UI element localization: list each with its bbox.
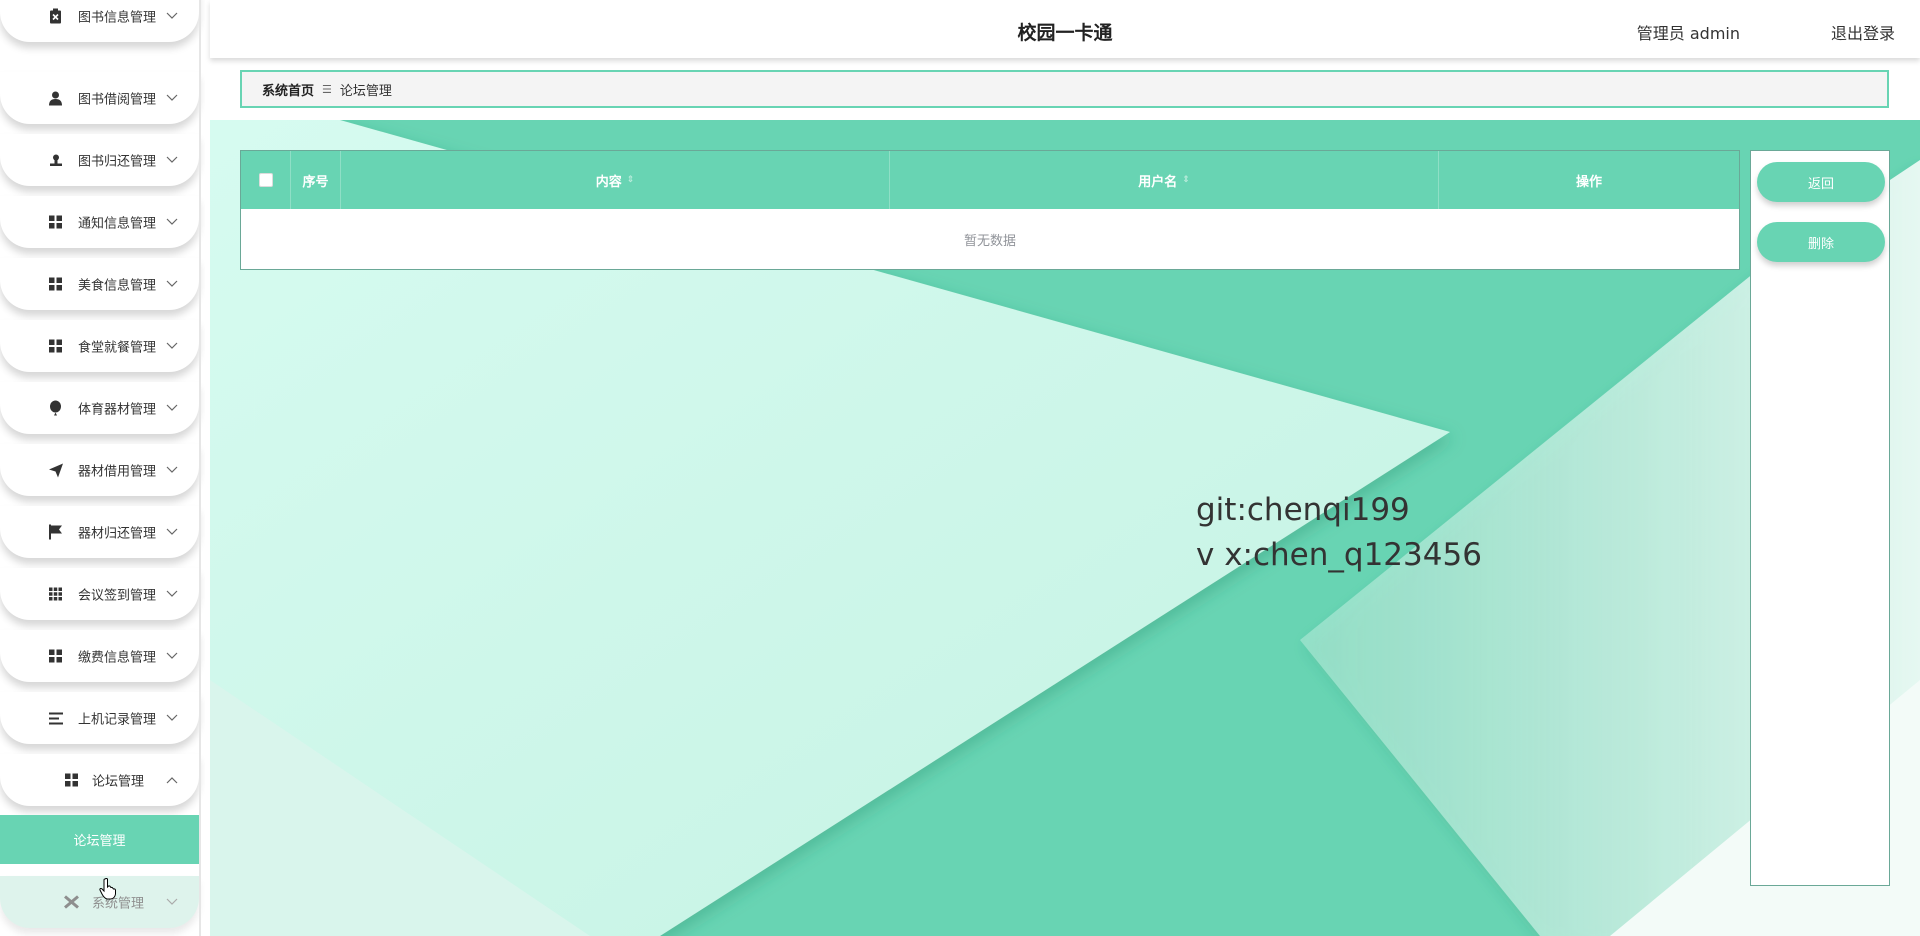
sidebar-item-sports-equipment[interactable]: 体育器材管理 [0,382,199,434]
chevron-down-icon [166,94,178,101]
flag-icon [48,524,63,540]
select-all-checkbox[interactable] [258,173,273,187]
column-header-content[interactable]: 内容 ⇕ [341,151,890,209]
column-header-username[interactable]: 用户名 ⇕ [890,151,1439,209]
sidebar-item-forum[interactable]: 论坛管理 [0,754,199,806]
grid-icon [64,773,79,788]
sidebar-item-label: 通知信息管理 [78,216,157,232]
paper-plane-icon [48,463,63,478]
submenu-item-forum[interactable]: 论坛管理 [0,815,199,864]
sidebar-item-food[interactable]: 美食信息管理 [0,258,199,310]
back-button[interactable]: 返回 [1757,162,1885,202]
sort-icon[interactable]: ⇕ [1182,175,1190,185]
sidebar-item-label: 论坛管理 [92,774,145,790]
watermark-line1: git:chenqi199 [1196,492,1410,528]
breadcrumb-current: 论坛管理 [339,83,392,99]
chevron-down-icon [166,714,178,721]
sidebar-item-canteen[interactable]: 食堂就餐管理 [0,320,199,372]
sidebar-item-label: 图书归还管理 [78,154,157,170]
sidebar-item-label: 美食信息管理 [78,278,157,294]
sidebar-item-label: 图书信息管理 [78,10,157,26]
chevron-down-icon [166,156,178,163]
sidebar: 图书信息管理 图书借阅管理 图书归还管理 通知信息管理 美食信息管理 食堂就餐管… [0,0,205,936]
sidebar-item-book-info[interactable]: 图书信息管理 [0,0,199,42]
chevron-down-icon [166,280,178,287]
sidebar-item-label: 器材归还管理 [78,526,157,542]
table-header: 序号 内容 ⇕ 用户名 ⇕ 操作 [241,151,1739,209]
user-icon [48,91,63,106]
hand-cursor-icon [99,878,116,900]
sidebar-item-label: 图书借阅管理 [78,92,157,108]
sidebar-item-equipment-return[interactable]: 器材归还管理 [0,506,199,558]
grid-icon [48,215,63,230]
chevron-down-icon [166,898,178,905]
grid-nine-icon [48,587,63,602]
list-icon [48,711,63,726]
watermark: git:chenqi199 v x:chen_q123456 [1196,488,1482,578]
sidebar-item-label: 会议签到管理 [78,588,157,604]
column-label: 内容 [595,174,622,190]
top-header: 校园一卡通 管理员 admin 退出登录 [210,0,1920,58]
balloon-icon [48,400,63,416]
sidebar-item-label: 上机记录管理 [78,712,157,728]
column-label: 序号 [302,174,329,190]
column-header-index: 序号 [291,151,341,209]
chevron-down-icon [166,342,178,349]
grid-icon [48,339,63,354]
chevron-down-icon [166,218,178,225]
breadcrumb-home[interactable]: 系统首页 [262,80,314,99]
sidebar-item-label: 食堂就餐管理 [78,340,157,356]
chevron-down-icon [166,590,178,597]
sidebar-item-book-borrow[interactable]: 图书借阅管理 [0,72,199,124]
chevron-down-icon [166,404,178,411]
chevron-up-icon [166,777,178,784]
grid-icon [48,277,63,292]
sidebar-item-meeting-checkin[interactable]: 会议签到管理 [0,568,199,620]
delete-button[interactable]: 删除 [1757,222,1885,262]
logout-link[interactable]: 退出登录 [1831,20,1895,44]
column-select-all [241,151,291,209]
tools-icon [64,895,79,910]
column-label: 用户名 [1138,174,1178,190]
chevron-down-icon [166,528,178,535]
sidebar-item-label: 体育器材管理 [78,402,157,418]
stamp-icon [48,153,63,168]
action-panel: 返回 删除 [1750,150,1890,886]
breadcrumb-separator-icon: ☰ [322,82,332,96]
column-label: 操作 [1575,174,1602,190]
chevron-down-icon [166,466,178,473]
sidebar-item-label: 缴费信息管理 [78,650,157,666]
clipboard-x-icon [48,8,63,24]
column-header-actions: 操作 [1439,151,1739,209]
grid-icon [48,649,63,664]
forum-table: 序号 内容 ⇕ 用户名 ⇕ 操作 暂无数据 [240,150,1740,270]
sidebar-item-computer-usage[interactable]: 上机记录管理 [0,692,199,744]
sidebar-item-notice[interactable]: 通知信息管理 [0,196,199,248]
sidebar-item-equipment-borrow[interactable]: 器材借用管理 [0,444,199,496]
sidebar-item-payment[interactable]: 缴费信息管理 [0,630,199,682]
chevron-down-icon [166,12,178,19]
sidebar-item-book-return[interactable]: 图书归还管理 [0,134,199,186]
sort-icon[interactable]: ⇕ [627,175,635,185]
current-user: 管理员 admin [1636,24,1740,43]
breadcrumb: 系统首页 ☰ 论坛管理 [240,70,1889,108]
sidebar-item-label: 器材借用管理 [78,464,157,480]
chevron-down-icon [166,652,178,659]
watermark-line2: v x:chen_q123456 [1196,537,1482,573]
empty-state: 暂无数据 [963,233,1016,249]
